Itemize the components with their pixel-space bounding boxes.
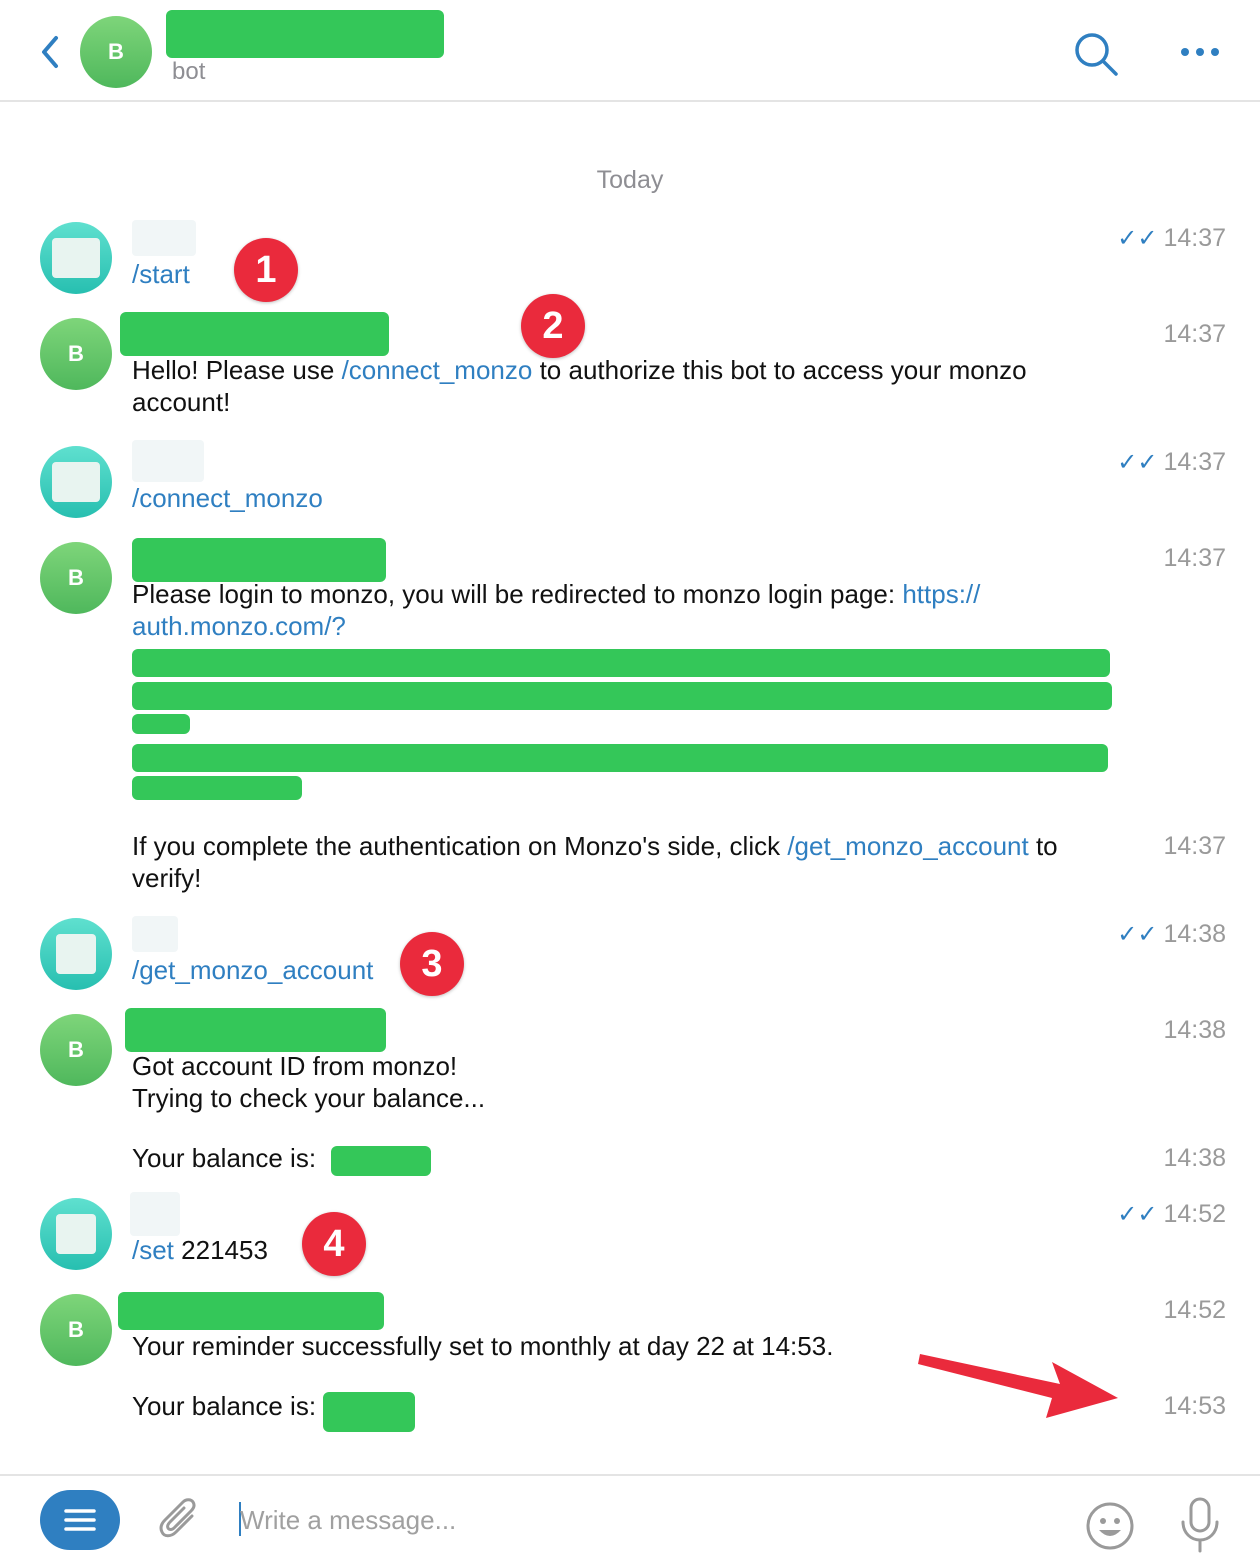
paperclip-icon[interactable] <box>156 1496 204 1544</box>
annotation-badge-1: 1 <box>234 238 298 302</box>
url-redacted <box>132 744 1108 772</box>
bot-avatar[interactable]: B <box>40 1294 112 1366</box>
message-time: ✓✓ 14:37 <box>1117 224 1226 252</box>
message-time: ✓✓ 14:37 <box>1117 448 1226 476</box>
message-time: 14:37 <box>1163 320 1226 348</box>
command-link[interactable]: /get_monzo_account <box>787 831 1028 861</box>
message-text: Please login to monzo, you will be redir… <box>132 579 981 641</box>
user-name-blurred <box>132 916 178 952</box>
url-redacted <box>132 682 1112 710</box>
message-time: ✓✓ 14:38 <box>1117 920 1226 948</box>
message-input[interactable] <box>240 1500 1040 1540</box>
message-composer <box>0 1474 1260 1562</box>
more-icon[interactable] <box>1176 34 1224 70</box>
user-name-blurred <box>132 220 196 256</box>
url-redacted <box>132 776 302 800</box>
message-text: Your balance is: <box>132 1143 317 1173</box>
back-chevron-icon[interactable] <box>30 28 70 76</box>
annotation-badge-4: 4 <box>302 1212 366 1276</box>
bot-avatar[interactable]: B <box>40 1014 112 1086</box>
command-link[interactable]: /get_monzo_account <box>132 955 373 985</box>
menu-icon <box>64 1509 96 1531</box>
message-time: 14:37 <box>1163 544 1226 572</box>
red-arrow <box>918 1354 1118 1418</box>
message-text: /set 221453 <box>132 1235 268 1265</box>
bot-name-redacted <box>118 1292 384 1330</box>
balance-redacted <box>323 1392 415 1432</box>
command-link[interactable]: /set <box>132 1235 174 1265</box>
chat-header: B bot <box>0 0 1260 102</box>
bot-avatar[interactable]: B <box>80 16 152 88</box>
double-check-icon: ✓✓ <box>1117 1201 1158 1228</box>
bot-avatar[interactable]: B <box>40 542 112 614</box>
user-name-blurred <box>130 1192 180 1236</box>
command-link[interactable]: /connect_monzo <box>132 483 323 513</box>
bot-subtitle: bot <box>172 58 206 85</box>
bot-name-redacted <box>166 10 444 58</box>
message-time: 14:53 <box>1163 1392 1226 1420</box>
user-avatar[interactable] <box>40 222 112 294</box>
message-time: 14:52 <box>1163 1296 1226 1324</box>
message-text: /get_monzo_account <box>132 954 1102 986</box>
bot-name-redacted <box>125 1008 386 1052</box>
message-time: 14:38 <box>1163 1144 1226 1172</box>
message-time: 14:37 <box>1163 832 1226 860</box>
url-redacted <box>132 649 1110 677</box>
bot-name-redacted <box>132 538 386 582</box>
double-check-icon: ✓✓ <box>1117 225 1158 252</box>
message-time: ✓✓ 14:52 <box>1117 1200 1226 1228</box>
message-text: /connect_monzo <box>132 482 1102 514</box>
user-avatar[interactable] <box>40 446 112 518</box>
url-redacted <box>132 714 190 734</box>
search-icon[interactable] <box>1072 30 1120 78</box>
user-name-blurred <box>132 440 204 482</box>
bot-menu-button[interactable] <box>40 1490 120 1550</box>
balance-redacted <box>331 1146 431 1176</box>
annotation-badge-2: 2 <box>521 294 585 358</box>
user-avatar[interactable] <box>40 1198 112 1270</box>
command-link[interactable]: /connect_monzo <box>342 355 533 385</box>
user-avatar[interactable] <box>40 918 112 990</box>
microphone-icon[interactable] <box>1178 1496 1222 1554</box>
double-check-icon: ✓✓ <box>1117 921 1158 948</box>
date-separator: Today <box>596 166 664 194</box>
message-text: If you complete the authentication on Mo… <box>132 831 1058 893</box>
message-time: 14:38 <box>1163 1016 1226 1044</box>
message-text: Hello! Please use /connect_monzo to auth… <box>132 355 1027 417</box>
bot-avatar[interactable]: B <box>40 318 112 390</box>
message-text: Got account ID from monzo! Trying to che… <box>132 1051 486 1113</box>
emoji-icon[interactable] <box>1084 1500 1136 1552</box>
annotation-badge-3: 3 <box>400 932 464 996</box>
bot-name-redacted <box>120 312 389 356</box>
command-link[interactable]: /start <box>132 259 190 289</box>
double-check-icon: ✓✓ <box>1117 449 1158 476</box>
